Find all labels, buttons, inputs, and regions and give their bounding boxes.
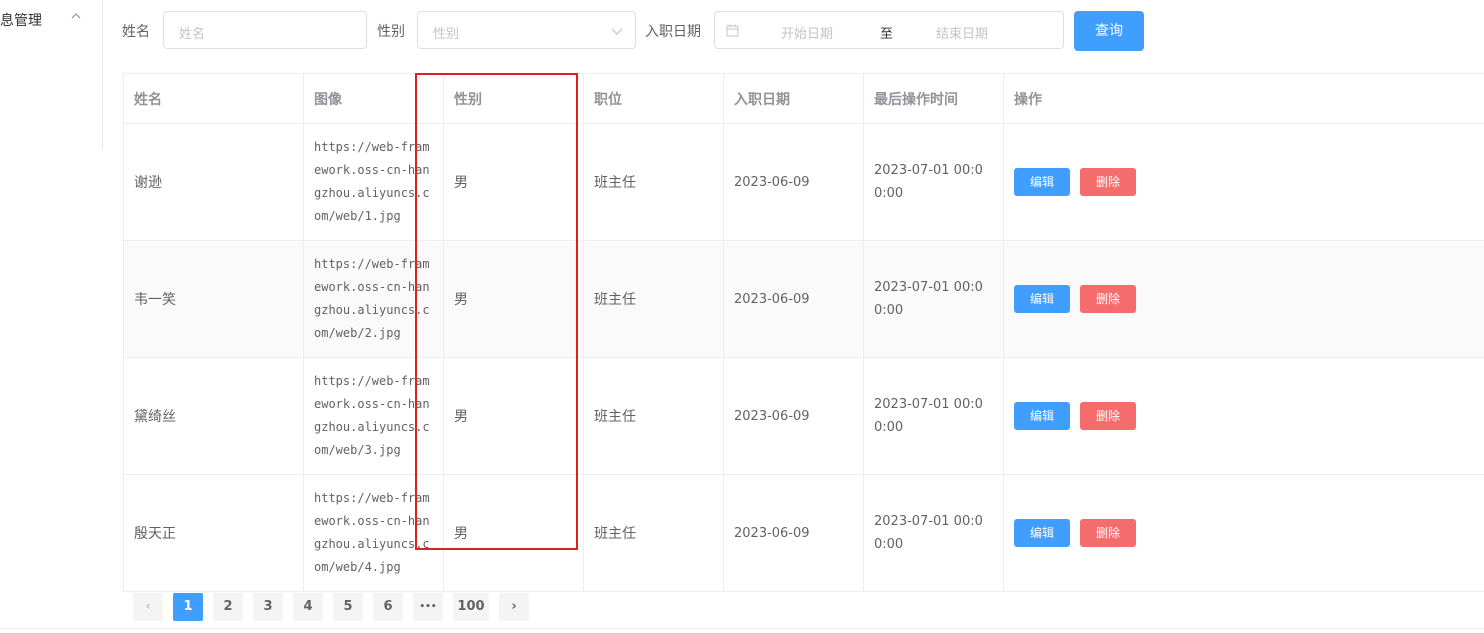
cell-job: 班主任: [584, 475, 724, 591]
gender-select[interactable]: 性别: [417, 11, 636, 49]
divider: [0, 628, 1484, 629]
employee-table: 姓名 图像 性别 职位 入职日期 最后操作时间 操作 谢逊 https://we…: [123, 73, 1484, 592]
cell-updated: 2023-07-01 00:00:00: [864, 358, 1004, 474]
cell-actions: 编辑 删除: [1004, 124, 1484, 240]
prev-page-button[interactable]: ‹: [133, 593, 163, 621]
cell-entry-date: 2023-06-09: [724, 241, 864, 357]
cell-gender: 男: [444, 241, 584, 357]
page-5-button[interactable]: 5: [333, 593, 363, 621]
date-label: 入职日期: [645, 24, 701, 40]
table-row: 韦一笑 https://web-framework.oss-cn-hangzho…: [124, 241, 1484, 358]
query-button[interactable]: 查询: [1074, 11, 1144, 51]
table-header: 姓名 图像 性别 职位 入职日期 最后操作时间 操作: [124, 74, 1484, 124]
cell-entry-date: 2023-06-09: [724, 358, 864, 474]
delete-button[interactable]: 删除: [1080, 519, 1136, 547]
cell-image: https://web-framework.oss-cn-hangzhou.al…: [304, 475, 444, 591]
cell-gender: 男: [444, 124, 584, 240]
header-updated: 最后操作时间: [864, 74, 1004, 123]
sidebar-menu-title[interactable]: 息管理: [0, 10, 42, 30]
cell-name: 殷天正: [124, 475, 304, 591]
delete-button[interactable]: 删除: [1080, 168, 1136, 196]
next-page-button[interactable]: ›: [499, 593, 529, 621]
start-date-placeholder[interactable]: 开始日期: [781, 23, 833, 42]
calendar-icon: [726, 24, 739, 37]
header-name: 姓名: [124, 74, 304, 123]
cell-gender: 男: [444, 358, 584, 474]
cell-name: 黛绮丝: [124, 358, 304, 474]
name-label: 姓名: [122, 24, 150, 40]
name-input[interactable]: 姓名: [163, 11, 367, 49]
gender-label: 性别: [377, 24, 405, 40]
cell-actions: 编辑 删除: [1004, 241, 1484, 357]
name-placeholder: 姓名: [179, 27, 206, 42]
cell-updated: 2023-07-01 00:00:00: [864, 241, 1004, 357]
gender-placeholder: 性别: [433, 27, 460, 42]
cell-image: https://web-framework.oss-cn-hangzhou.al…: [304, 358, 444, 474]
page-3-button[interactable]: 3: [253, 593, 283, 621]
page-4-button[interactable]: 4: [293, 593, 323, 621]
cell-actions: 编辑 删除: [1004, 358, 1484, 474]
date-range-picker[interactable]: 开始日期 至 结束日期: [714, 11, 1064, 49]
edit-button[interactable]: 编辑: [1014, 402, 1070, 430]
cell-job: 班主任: [584, 358, 724, 474]
cell-name: 韦一笑: [124, 241, 304, 357]
chevron-up-icon[interactable]: [70, 10, 82, 22]
table-row: 殷天正 https://web-framework.oss-cn-hangzho…: [124, 475, 1484, 592]
end-date-placeholder[interactable]: 结束日期: [936, 23, 988, 42]
cell-image: https://web-framework.oss-cn-hangzhou.al…: [304, 124, 444, 240]
header-job: 职位: [584, 74, 724, 123]
cell-job: 班主任: [584, 241, 724, 357]
table-row: 谢逊 https://web-framework.oss-cn-hangzhou…: [124, 124, 1484, 241]
pagination: ‹ 1 2 3 4 5 6 ••• 100 ›: [133, 593, 539, 621]
delete-button[interactable]: 删除: [1080, 402, 1136, 430]
header-actions: 操作: [1014, 91, 1042, 108]
cell-updated: 2023-07-01 00:00:00: [864, 475, 1004, 591]
header-entry-date: 入职日期: [724, 74, 864, 123]
range-separator: 至: [880, 27, 894, 42]
chevron-down-icon: [611, 28, 623, 35]
cell-job: 班主任: [584, 124, 724, 240]
cell-entry-date: 2023-06-09: [724, 124, 864, 240]
page-6-button[interactable]: 6: [373, 593, 403, 621]
cell-name: 谢逊: [124, 124, 304, 240]
edit-button[interactable]: 编辑: [1014, 168, 1070, 196]
cell-image: https://web-framework.oss-cn-hangzhou.al…: [304, 241, 444, 357]
cell-updated: 2023-07-01 00:00:00: [864, 124, 1004, 240]
page-100-button[interactable]: 100: [453, 593, 489, 621]
more-pages-button[interactable]: •••: [413, 593, 443, 621]
page-2-button[interactable]: 2: [213, 593, 243, 621]
header-image: 图像: [304, 74, 444, 123]
cell-gender: 男: [444, 475, 584, 591]
cell-entry-date: 2023-06-09: [724, 475, 864, 591]
sidebar: 息管理: [0, 0, 103, 148]
delete-button[interactable]: 删除: [1080, 285, 1136, 313]
edit-button[interactable]: 编辑: [1014, 285, 1070, 313]
table-row: 黛绮丝 https://web-framework.oss-cn-hangzho…: [124, 358, 1484, 475]
page-1-button[interactable]: 1: [173, 593, 203, 621]
cell-actions: 编辑 删除: [1004, 475, 1484, 591]
header-gender: 性别: [444, 74, 584, 123]
edit-button[interactable]: 编辑: [1014, 519, 1070, 547]
